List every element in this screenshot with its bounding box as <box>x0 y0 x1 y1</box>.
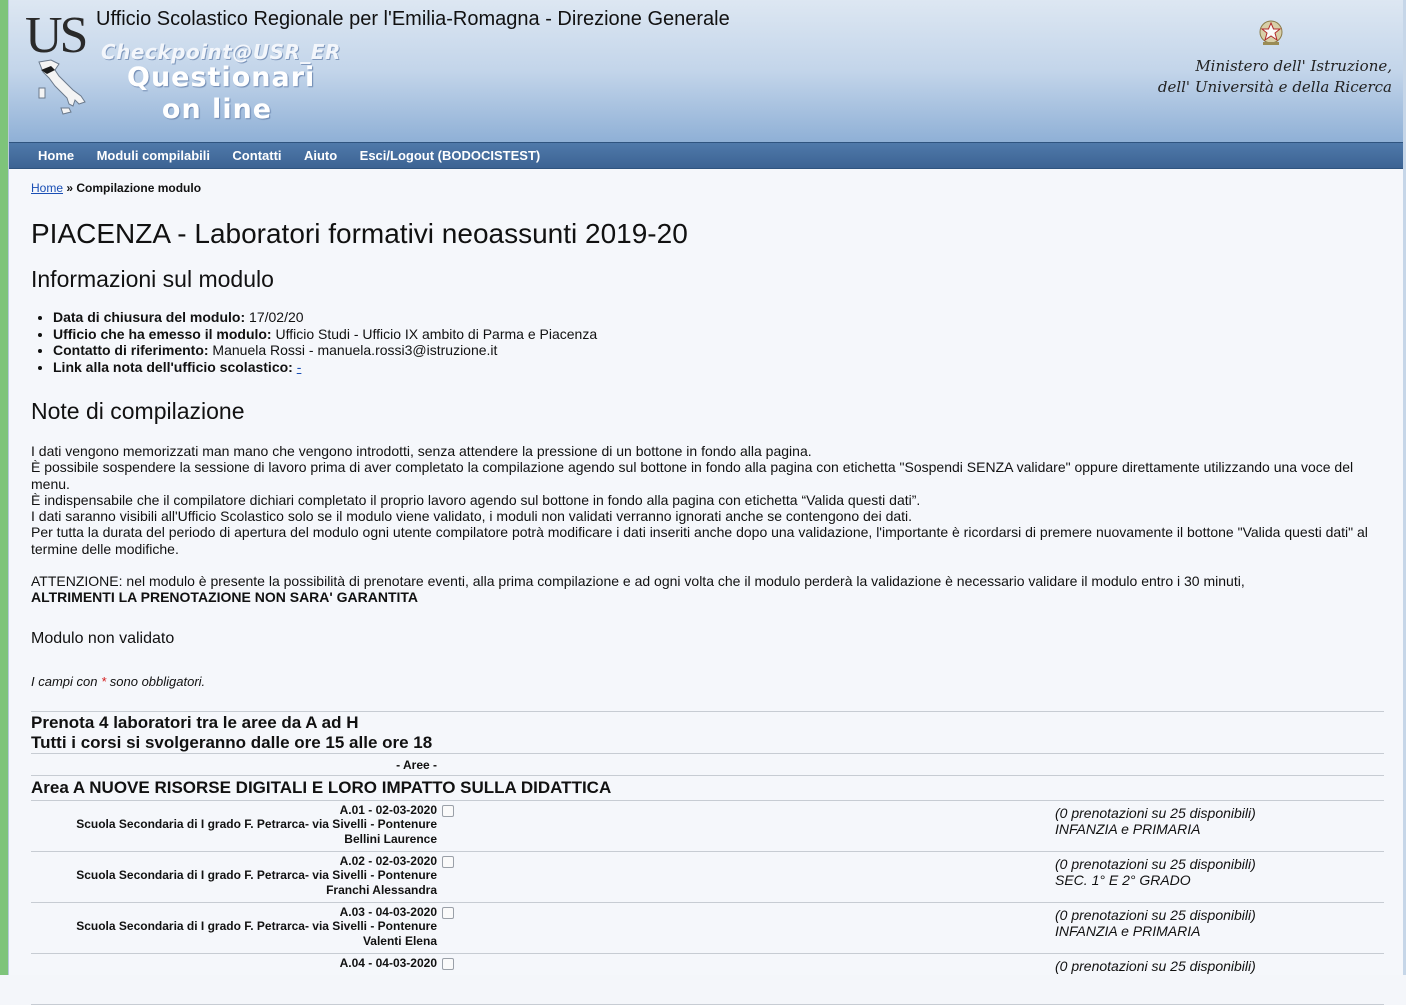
info-item: Link alla nota dell'ufficio scolastico: … <box>53 359 1384 376</box>
course-code: A.01 - 02-03-2020 <box>339 802 437 817</box>
course-availability: (0 prenotazioni su 25 disponibili) <box>1055 855 1256 872</box>
note-paragraph: I dati saranno visibili all'Ufficio Scol… <box>31 508 913 525</box>
usr-logo: US <box>25 7 89 64</box>
nav-moduli-compilabili[interactable]: Moduli compilabili <box>88 143 219 169</box>
booking-checkbox[interactable] <box>442 804 454 817</box>
italian-emblem-icon <box>1259 20 1283 45</box>
info-label: Link alla nota dell'ufficio scolastico: <box>53 358 293 375</box>
course-teacher: Bellini Laurence <box>344 831 437 846</box>
course-info: A.02 - 02-03-2020 Scuola Secondaria di I… <box>31 854 437 898</box>
course-info: A.01 - 02-03-2020 Scuola Secondaria di I… <box>31 803 437 847</box>
nav-aiuto[interactable]: Aiuto <box>295 143 346 169</box>
course-availability: (0 prenotazioni su 25 disponibili) <box>1055 804 1256 821</box>
info-heading: Informazioni sul modulo <box>31 266 274 292</box>
booking-checkbox[interactable] <box>442 957 454 970</box>
header-title: Ufficio Scolastico Regionale per l'Emili… <box>96 8 730 30</box>
info-value: Manuela Rossi - manuela.rossi3@istruzion… <box>208 342 498 358</box>
info-item: Contatto di riferimento: Manuela Rossi -… <box>53 342 1384 359</box>
info-value: 17/02/20 <box>245 309 304 325</box>
page-title: PIACENZA - Laboratori formativi neoassun… <box>31 218 688 249</box>
attenzione-note: ATTENZIONE: nel modulo è presente la pos… <box>31 573 1384 606</box>
notes-text: I dati vengono memorizzati man mano che … <box>31 443 1384 557</box>
section-title-line1: Prenota 4 laboratori tra le aree da A ad… <box>31 712 359 732</box>
course-school: Scuola Secondaria di I grado F. Petrarca… <box>76 868 437 883</box>
course-availability-block: (0 prenotazioni su 25 disponibili) SEC. … <box>1055 856 1256 888</box>
info-item: Data di chiusura del modulo: 17/02/20 <box>53 309 1384 326</box>
course-school: Scuola Secondaria di I grado F. Petrarca… <box>76 919 437 934</box>
course-availability: (0 prenotazioni su 25 disponibili) <box>1055 906 1256 923</box>
course-availability-block: (0 prenotazioni su 25 disponibili) INFAN… <box>1055 907 1256 939</box>
info-list: Data di chiusura del modulo: 17/02/20 Uf… <box>31 309 1384 375</box>
questionari-logo: Questionari on line <box>127 62 316 126</box>
questionari-line2: on line <box>161 94 273 125</box>
site-header: US Ufficio Scolastico Regionale per l'Em… <box>9 0 1406 142</box>
divider <box>31 752 1384 754</box>
required-note: I campi con * sono obbligatori. <box>31 674 1384 689</box>
course-code: A.04 - 04-03-2020 <box>339 955 437 970</box>
main-nav: Home Moduli compilabili Contatti Aiuto E… <box>9 142 1406 169</box>
main-content: Home » Compilazione modulo PIACENZA - La… <box>9 181 1406 1005</box>
note-paragraph: È indispensabile che il compilatore dich… <box>31 491 921 508</box>
info-label: Data di chiusura del modulo: <box>53 309 246 325</box>
booking-checkbox[interactable] <box>442 906 454 919</box>
nav-home[interactable]: Home <box>29 143 83 169</box>
page: US Ufficio Scolastico Regionale per l'Em… <box>8 0 1406 1005</box>
section-header: Prenota 4 laboratori tra le aree da A ad… <box>31 710 1384 753</box>
ministero-line2: dell' Università e della Ricerca <box>1157 78 1392 96</box>
nota-link[interactable]: - <box>297 359 302 375</box>
breadcrumb-home-link[interactable]: Home <box>31 181 63 195</box>
attenzione-bold: ALTRIMENTI LA PRENOTAZIONE NON SARA' GAR… <box>31 589 419 606</box>
booking-row: A.03 - 04-03-2020 Scuola Secondaria di I… <box>31 903 1384 954</box>
note-paragraph: I dati vengono memorizzati man mano che … <box>31 443 812 459</box>
course-availability-block: (0 prenotazioni su 25 disponibili) <box>1055 958 1256 974</box>
required-prefix: I campi con <box>31 673 102 689</box>
italy-map-icon <box>38 59 86 115</box>
booking-row: A.02 - 02-03-2020 Scuola Secondaria di I… <box>31 852 1384 903</box>
area-title: Area A NUOVE RISORSE DIGITALI E LORO IMP… <box>31 776 1384 801</box>
section-title-line2: Tutti i corsi si svolgeranno dalle ore 1… <box>31 732 433 752</box>
aree-label: - Aree - <box>396 757 437 772</box>
course-school: Scuola Secondaria di I grado F. Petrarca… <box>76 817 437 832</box>
course-teacher: Valenti Elena <box>362 933 437 948</box>
course-teacher: Franchi Alessandra <box>326 882 437 897</box>
info-value: Ufficio Studi - Ufficio IX ambito di Par… <box>271 325 598 342</box>
breadcrumb: Home » Compilazione modulo <box>31 181 1384 195</box>
ministero-label: Ministero dell' Istruzione, dell' Univer… <box>1158 56 1392 98</box>
info-label: Ufficio che ha emesso il modulo: <box>53 325 272 342</box>
validation-status: Modulo non validato <box>31 629 175 647</box>
course-availability: (0 prenotazioni su 25 disponibili) <box>1055 957 1256 974</box>
course-code: A.03 - 04-03-2020 <box>339 904 437 919</box>
nav-logout[interactable]: Esci/Logout (BODOCISTEST) <box>351 143 550 169</box>
course-info: A.04 - 04-03-2020 <box>31 956 437 971</box>
course-code: A.02 - 02-03-2020 <box>339 853 437 868</box>
left-edge-bar <box>0 0 8 975</box>
checkpoint-label: Checkpoint@USR_ER <box>101 40 341 64</box>
booking-checkbox[interactable] <box>442 855 454 868</box>
course-info: A.03 - 04-03-2020 Scuola Secondaria di I… <box>31 905 437 949</box>
booking-row: A.01 - 02-03-2020 Scuola Secondaria di I… <box>31 801 1384 852</box>
attenzione-text: ATTENZIONE: nel modulo è presente la pos… <box>31 573 1245 590</box>
course-availability-block: (0 prenotazioni su 25 disponibili) INFAN… <box>1055 805 1256 837</box>
ministero-line1: Ministero dell' Istruzione, <box>1195 57 1392 75</box>
breadcrumb-separator: » <box>63 181 77 195</box>
booking-row: A.04 - 04-03-2020 (0 prenotazioni su 25 … <box>31 954 1384 1005</box>
course-level: INFANZIA e PRIMARIA <box>1055 820 1201 837</box>
info-label: Contatto di riferimento: <box>53 342 209 358</box>
required-suffix: sono obbligatori. <box>106 673 206 689</box>
nav-contatti[interactable]: Contatti <box>223 143 290 169</box>
course-level: INFANZIA e PRIMARIA <box>1055 922 1201 939</box>
note-paragraph: Per tutta la durata del periodo di apert… <box>31 524 1368 557</box>
info-item: Ufficio che ha emesso il modulo: Ufficio… <box>53 326 1384 343</box>
questionari-line1: Questionari <box>127 62 316 93</box>
course-level: SEC. 1° E 2° GRADO <box>1055 871 1191 888</box>
note-paragraph: È possibile sospendere la sessione di la… <box>31 459 1354 492</box>
notes-heading: Note di compilazione <box>31 398 245 424</box>
breadcrumb-current: Compilazione modulo <box>76 181 202 195</box>
